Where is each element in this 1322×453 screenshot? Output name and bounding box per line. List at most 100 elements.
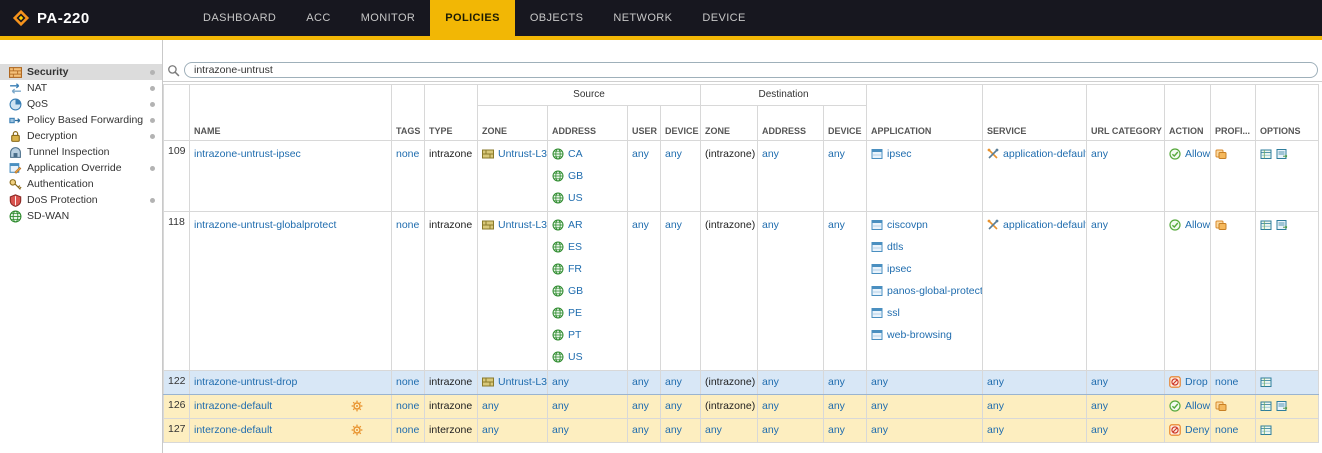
source-address-link[interactable]: PE xyxy=(568,307,582,319)
application-link[interactable]: any xyxy=(871,424,888,436)
user-value[interactable]: any xyxy=(632,400,649,412)
dest-device-value[interactable]: any xyxy=(828,424,845,436)
dest-zone-value[interactable]: any xyxy=(705,424,722,436)
tab-monitor[interactable]: MONITOR xyxy=(346,0,431,36)
log-settings-icon[interactable] xyxy=(1260,400,1272,412)
log-forwarding-icon[interactable] xyxy=(1276,400,1288,412)
log-settings-icon[interactable] xyxy=(1260,148,1272,160)
dest-device-value[interactable]: any xyxy=(828,219,845,231)
log-forwarding-icon[interactable] xyxy=(1276,219,1288,231)
profile-group-icon[interactable] xyxy=(1215,148,1227,160)
tab-device[interactable]: DEVICE xyxy=(687,0,760,36)
profile-group-icon[interactable] xyxy=(1215,400,1227,412)
dest-device-value[interactable]: any xyxy=(828,376,845,388)
dest-address-value[interactable]: any xyxy=(762,376,779,388)
source-zone-link[interactable]: any xyxy=(482,424,499,436)
tags-value[interactable]: none xyxy=(396,400,419,412)
source-device-value[interactable]: any xyxy=(665,400,682,412)
sidebar-item-qos[interactable]: QoS xyxy=(0,96,162,112)
sidebar-item-policy-based-forwarding[interactable]: Policy Based Forwarding xyxy=(0,112,162,128)
tab-dashboard[interactable]: DASHBOARD xyxy=(188,0,291,36)
log-settings-icon[interactable] xyxy=(1260,219,1272,231)
col-service[interactable]: SERVICE xyxy=(983,85,1087,141)
user-value[interactable]: any xyxy=(632,148,649,160)
policy-row-122[interactable]: 122 intrazone-untrust-drop none intrazon… xyxy=(164,371,1319,395)
source-zone-link[interactable]: Untrust-L3 xyxy=(498,219,547,231)
source-address-link[interactable]: FR xyxy=(568,263,582,275)
dest-address-value[interactable]: any xyxy=(762,400,779,412)
url-category-value[interactable]: any xyxy=(1091,219,1108,231)
application-link[interactable]: any xyxy=(871,400,888,412)
log-settings-icon[interactable] xyxy=(1260,376,1272,388)
service-link[interactable]: any xyxy=(987,424,1004,436)
application-link[interactable]: ssl xyxy=(887,307,900,319)
col-src-address[interactable]: ADDRESS xyxy=(548,106,628,141)
application-link[interactable]: dtls xyxy=(887,241,903,253)
source-address-link[interactable]: CA xyxy=(568,148,583,160)
policy-name-link[interactable]: interzone-default xyxy=(194,424,272,436)
sidebar-item-tunnel-inspection[interactable]: Tunnel Inspection xyxy=(0,144,162,160)
policy-row-109[interactable]: 109 intrazone-untrust-ipsec none intrazo… xyxy=(164,141,1319,212)
policy-search-input[interactable] xyxy=(184,62,1318,78)
tags-value[interactable]: none xyxy=(396,219,419,231)
dest-address-value[interactable]: any xyxy=(762,424,779,436)
url-category-value[interactable]: any xyxy=(1091,424,1108,436)
url-category-value[interactable]: any xyxy=(1091,148,1108,160)
service-link[interactable]: any xyxy=(987,400,1004,412)
col-user[interactable]: USER xyxy=(628,106,661,141)
col-options[interactable]: OPTIONS xyxy=(1256,85,1319,141)
col-name[interactable]: NAME xyxy=(190,85,392,141)
profile-value[interactable]: none xyxy=(1215,376,1238,388)
policy-row-126[interactable]: 126 intrazone-default none intrazone any… xyxy=(164,395,1319,419)
col-type[interactable]: TYPE xyxy=(425,85,478,141)
col-dst-address[interactable]: ADDRESS xyxy=(758,106,824,141)
source-device-value[interactable]: any xyxy=(665,219,682,231)
action-link[interactable]: Allow xyxy=(1185,400,1210,412)
application-link[interactable]: panos-global-protect xyxy=(887,285,983,297)
col-dst-device[interactable]: DEVICE xyxy=(824,106,867,141)
col-src-device[interactable]: DEVICE xyxy=(661,106,701,141)
url-category-value[interactable]: any xyxy=(1091,376,1108,388)
rule-settings-gear-icon[interactable] xyxy=(351,400,363,412)
application-link[interactable]: ciscovpn xyxy=(887,219,928,231)
dest-address-value[interactable]: any xyxy=(762,219,779,231)
profile-value[interactable]: none xyxy=(1215,424,1238,436)
source-address-link[interactable]: GB xyxy=(568,285,583,297)
col-action[interactable]: ACTION xyxy=(1165,85,1211,141)
policy-name-link[interactable]: intrazone-untrust-drop xyxy=(194,376,297,388)
policy-name-link[interactable]: intrazone-untrust-ipsec xyxy=(194,148,301,160)
dest-device-value[interactable]: any xyxy=(828,400,845,412)
tab-acc[interactable]: ACC xyxy=(291,0,345,36)
service-link[interactable]: application-default xyxy=(1003,219,1087,231)
tags-value[interactable]: none xyxy=(396,376,419,388)
user-value[interactable]: any xyxy=(632,376,649,388)
policy-row-118[interactable]: 118 intrazone-untrust-globalprotect none… xyxy=(164,212,1319,371)
tags-value[interactable]: none xyxy=(396,148,419,160)
col-src-zone[interactable]: ZONE xyxy=(478,106,548,141)
policy-row-127[interactable]: 127 interzone-default none interzone any… xyxy=(164,419,1319,443)
source-device-value[interactable]: any xyxy=(665,376,682,388)
service-link[interactable]: application-default xyxy=(1003,148,1087,160)
tab-network[interactable]: NETWORK xyxy=(598,0,687,36)
source-address-link[interactable]: any xyxy=(552,400,569,412)
policy-name-link[interactable]: intrazone-default xyxy=(194,400,272,412)
action-link[interactable]: Allow xyxy=(1185,148,1210,160)
dest-device-value[interactable]: any xyxy=(828,148,845,160)
log-forwarding-icon[interactable] xyxy=(1276,148,1288,160)
col-profile[interactable]: PROFI... xyxy=(1211,85,1256,141)
application-link[interactable]: web-browsing xyxy=(887,329,952,341)
source-zone-link[interactable]: any xyxy=(482,400,499,412)
dest-address-value[interactable]: any xyxy=(762,148,779,160)
tags-value[interactable]: none xyxy=(396,424,419,436)
user-value[interactable]: any xyxy=(632,219,649,231)
sidebar-item-decryption[interactable]: Decryption xyxy=(0,128,162,144)
source-device-value[interactable]: any xyxy=(665,424,682,436)
policy-name-link[interactable]: intrazone-untrust-globalprotect xyxy=(194,219,336,231)
profile-group-icon[interactable] xyxy=(1215,219,1227,231)
sidebar-item-sdwan[interactable]: SD-WAN xyxy=(0,208,162,224)
source-address-link[interactable]: PT xyxy=(568,329,581,341)
source-address-link[interactable]: US xyxy=(568,351,583,363)
col-dst-zone[interactable]: ZONE xyxy=(701,106,758,141)
source-zone-link[interactable]: Untrust-L3 xyxy=(498,148,547,160)
application-link[interactable]: ipsec xyxy=(887,263,912,275)
